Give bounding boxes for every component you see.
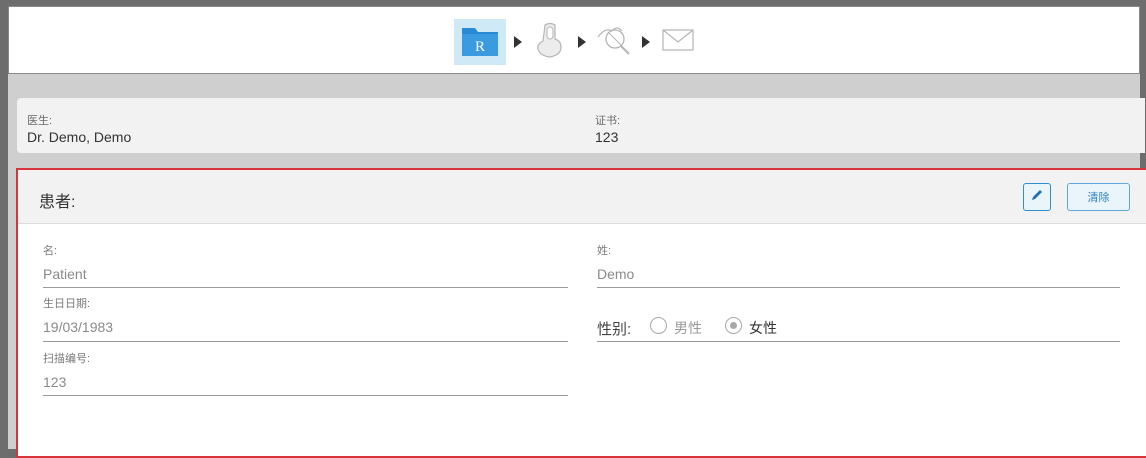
dob-value[interactable]: 19/03/1983 [43,319,568,335]
dob-underline [43,341,568,342]
gender-female-label[interactable]: 女性 [749,318,777,338]
rx-folder-icon: R [460,22,500,63]
dob-field[interactable]: 生日日期: 19/03/1983 [43,295,568,342]
edit-patient-button[interactable] [1023,183,1051,211]
step-view[interactable] [594,22,634,62]
gender-label: 性别: [597,321,632,338]
first-name-label: 名: [43,245,58,257]
send-envelope-icon [662,28,694,57]
first-name-field[interactable]: 名: Patient [43,242,568,288]
radio-selected-dot [730,322,737,329]
scan-id-label: 扫描编号: [43,353,91,365]
step-arrow-icon [506,22,530,62]
gender-male-label[interactable]: 男性 [674,318,702,338]
scan-id-underline [43,395,568,396]
patient-title: 患者: [39,194,76,211]
scan-hand-icon [535,21,565,64]
doctor-label: 医生: [27,115,53,127]
gender-underline [597,341,1120,342]
first-name-value[interactable]: Patient [43,266,568,282]
last-name-field[interactable]: 姓: Demo [597,242,1120,288]
step-scan[interactable] [530,22,570,62]
doctor-info-card: 医生: Dr. Demo, Demo 证书: 123 [17,98,1145,153]
step-send[interactable] [658,22,698,62]
gender-field: 性别: 男性 女性 [597,314,1120,342]
license-number: 123 [595,129,619,145]
last-name-label: 姓: [597,245,612,257]
last-name-value[interactable]: Demo [597,266,1120,282]
pencil-icon [1030,188,1044,207]
gender-female-radio[interactable] [725,317,742,334]
view-magnifier-icon [595,23,633,62]
gender-male-radio[interactable] [650,317,667,334]
last-name-underline [597,287,1120,288]
step-arrow-icon [634,22,658,62]
license-label: 证书: [595,115,621,127]
first-name-underline [43,287,568,288]
step-arrow-icon [570,22,594,62]
workflow-toolbar: R [8,6,1140,74]
dob-label: 生日日期: [43,298,91,310]
step-rx[interactable]: R [454,19,506,65]
patient-panel: 患者: 清除 名: Patient 姓: Demo 生日日期: 19/03/19… [16,168,1146,458]
doctor-name: Dr. Demo, Demo [27,129,132,145]
scan-id-value[interactable]: 123 [43,374,568,390]
rx-glyph: R [475,39,485,55]
patient-header: 患者: 清除 [18,170,1146,224]
workflow-steps: R [454,19,698,65]
clear-button[interactable]: 清除 [1067,183,1130,211]
scan-id-field[interactable]: 扫描编号: 123 [43,350,568,396]
